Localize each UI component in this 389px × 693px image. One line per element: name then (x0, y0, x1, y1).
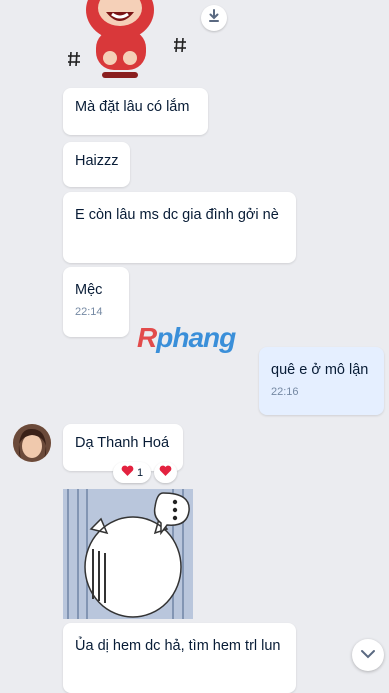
message-bubble[interactable]: Mệc 22:14 (63, 267, 129, 337)
message-bubble[interactable]: Mà đặt lâu có lắm (63, 88, 208, 135)
message-time: 22:16 (271, 386, 299, 398)
message-text: Mệc (75, 282, 103, 298)
message-bubble[interactable]: Ủa dị hem dc hả, tìm hem trl lun (63, 623, 296, 693)
message-bubble[interactable]: Haizzz (63, 142, 130, 187)
heart-icon (159, 464, 172, 482)
reaction-summary[interactable]: 1 (113, 462, 151, 483)
react-button[interactable] (154, 462, 177, 483)
avatar[interactable] (13, 424, 51, 462)
photo-message[interactable] (63, 489, 193, 619)
scroll-to-bottom-button[interactable] (352, 639, 384, 671)
message-text: Dạ Thanh Hoá (75, 435, 170, 451)
message-bubble[interactable]: E còn lâu ms dc gia đình gởi nè (63, 192, 296, 263)
message-text: Mà đặt lâu có lắm (75, 99, 190, 115)
heart-icon (121, 465, 134, 480)
message-text: Ủa dị hem dc hả, tìm hem trl lun (75, 638, 281, 654)
message-text: E còn lâu ms dc gia đình gởi nè (75, 207, 279, 223)
message-bubble-sent[interactable]: quê e ở mô lận 22:16 (259, 347, 384, 415)
download-button[interactable] (201, 5, 227, 31)
download-icon (207, 8, 221, 28)
message-text: quê e ở mô lận (271, 362, 369, 378)
reaction-count: 1 (136, 466, 144, 479)
sticker-image[interactable] (62, 0, 212, 80)
message-text: Haizzz (75, 153, 119, 169)
watermark-logo: Rphang (137, 322, 236, 353)
message-time: 22:14 (75, 306, 103, 318)
chevron-down-icon (360, 646, 376, 664)
